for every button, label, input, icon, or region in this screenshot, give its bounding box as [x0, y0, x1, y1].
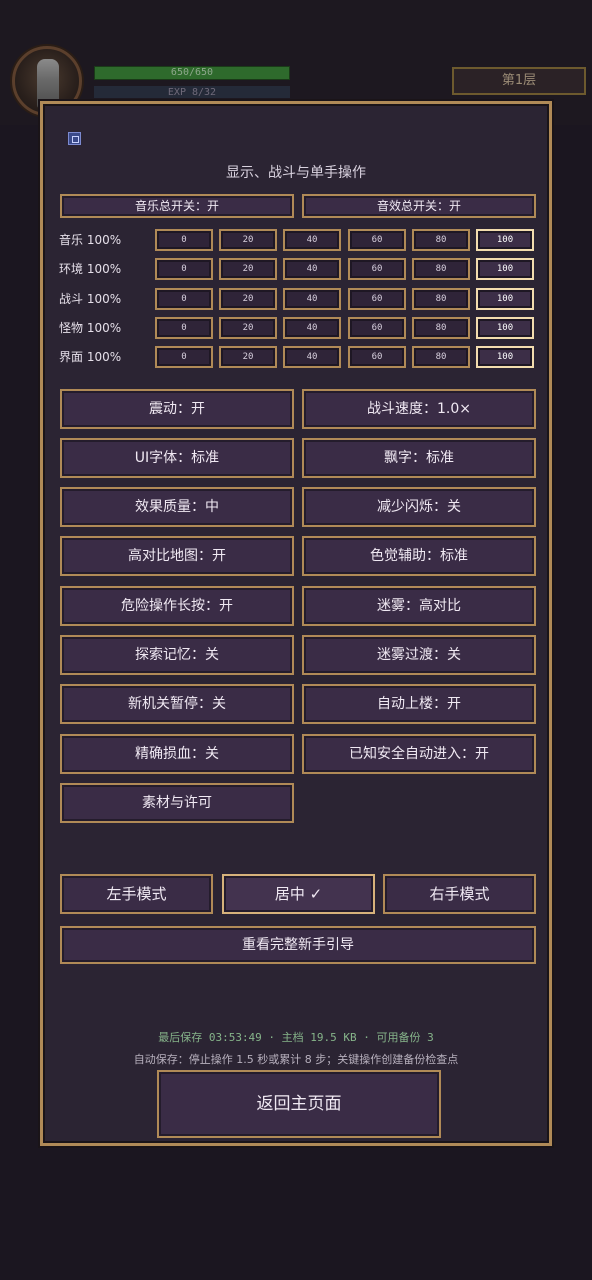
volume-option[interactable]: 100: [476, 229, 534, 251]
volume-option[interactable]: 40: [283, 346, 341, 368]
volume-label: 界面 100%: [59, 350, 122, 364]
volume-option[interactable]: 0: [155, 288, 213, 310]
volume-option[interactable]: 60: [348, 317, 406, 339]
settings-dialog: 显示、战斗与单手操作 音乐总开关：开 音效总开关：开 震动：开 战斗速度：1.0…: [40, 101, 552, 1146]
new-mechanic-pause-toggle[interactable]: 新机关暂停：关: [60, 684, 294, 724]
volume-option[interactable]: 20: [219, 229, 277, 251]
explore-memory-toggle[interactable]: 探索记忆：关: [60, 635, 294, 675]
volume-option[interactable]: 80: [412, 229, 470, 251]
high-contrast-map-toggle[interactable]: 高对比地图：开: [60, 536, 294, 576]
volume-option[interactable]: 0: [155, 258, 213, 280]
reduce-flash-toggle[interactable]: 减少闪烁：关: [302, 487, 536, 527]
volume-option[interactable]: 20: [219, 317, 277, 339]
close-icon[interactable]: [68, 132, 81, 145]
replay-tutorial-button[interactable]: 重看完整新手引导: [60, 926, 536, 964]
dialog-title: 显示、战斗与单手操作: [226, 165, 366, 181]
sfx-master-toggle[interactable]: 音效总开关：开: [302, 194, 536, 218]
volume-label: 怪物 100%: [59, 321, 122, 335]
right-hand-mode-button[interactable]: 右手模式: [383, 874, 536, 914]
volume-option[interactable]: 80: [412, 288, 470, 310]
floor-badge[interactable]: 第1层: [452, 67, 586, 95]
volume-option[interactable]: 20: [219, 288, 277, 310]
fog-transition-toggle[interactable]: 迷雾过渡：关: [302, 635, 536, 675]
autosave-info: 自动保存：停止操作 1.5 秒或累计 8 步；关键操作创建备份检查点: [133, 1053, 459, 1066]
precise-hp-loss-toggle[interactable]: 精确损血：关: [60, 734, 294, 774]
fog-button[interactable]: 迷雾：高对比: [302, 586, 536, 626]
center-mode-button[interactable]: 居中 ✓: [222, 874, 375, 914]
volume-option[interactable]: 100: [476, 317, 534, 339]
effect-quality-button[interactable]: 效果质量：中: [60, 487, 294, 527]
volume-label: 环境 100%: [59, 262, 122, 276]
known-safe-auto-enter-toggle[interactable]: 已知安全自动进入：开: [302, 734, 536, 774]
volume-option[interactable]: 0: [155, 317, 213, 339]
music-master-toggle[interactable]: 音乐总开关：开: [60, 194, 294, 218]
volume-option[interactable]: 100: [476, 288, 534, 310]
volume-option[interactable]: 80: [412, 346, 470, 368]
volume-option[interactable]: 40: [283, 258, 341, 280]
volume-option[interactable]: 100: [476, 346, 534, 368]
assets-license-button[interactable]: 素材与许可: [60, 783, 294, 823]
volume-option[interactable]: 100: [476, 258, 534, 280]
volume-option[interactable]: 20: [219, 258, 277, 280]
exp-text: EXP 8/32: [167, 87, 217, 98]
volume-option[interactable]: 40: [283, 288, 341, 310]
vibration-toggle[interactable]: 震动：开: [60, 389, 294, 429]
game-screen: { "hud": { "hp_text": "650/650", "exp_te…: [0, 0, 592, 1280]
hp-text: 650/650: [170, 67, 214, 78]
volume-option[interactable]: 60: [348, 258, 406, 280]
volume-label: 战斗 100%: [59, 292, 122, 306]
color-assist-button[interactable]: 色觉辅助：标准: [302, 536, 536, 576]
volume-option[interactable]: 40: [283, 229, 341, 251]
volume-option[interactable]: 40: [283, 317, 341, 339]
volume-option[interactable]: 0: [155, 229, 213, 251]
floating-text-button[interactable]: 飘字：标准: [302, 438, 536, 478]
auto-upstairs-toggle[interactable]: 自动上楼：开: [302, 684, 536, 724]
volume-label: 音乐 100%: [59, 233, 122, 247]
volume-option[interactable]: 60: [348, 229, 406, 251]
volume-option[interactable]: 20: [219, 346, 277, 368]
return-home-button[interactable]: 返回主页面: [157, 1070, 441, 1138]
save-info: 最后保存 03:53:49 · 主档 19.5 KB · 可用备份 3: [158, 1031, 434, 1044]
volume-option[interactable]: 0: [155, 346, 213, 368]
volume-option[interactable]: 80: [412, 317, 470, 339]
volume-option[interactable]: 60: [348, 288, 406, 310]
left-hand-mode-button[interactable]: 左手模式: [60, 874, 213, 914]
volume-option[interactable]: 80: [412, 258, 470, 280]
battle-speed-button[interactable]: 战斗速度：1.0×: [302, 389, 536, 429]
volume-option[interactable]: 60: [348, 346, 406, 368]
danger-long-press-toggle[interactable]: 危险操作长按：开: [60, 586, 294, 626]
ui-font-button[interactable]: UI字体：标准: [60, 438, 294, 478]
